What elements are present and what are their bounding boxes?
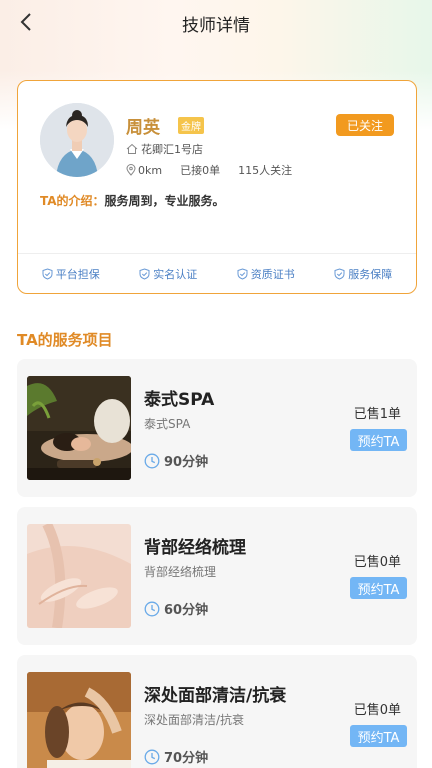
home-icon <box>126 143 138 154</box>
book-button[interactable]: 预约TA <box>350 577 407 599</box>
avatar[interactable] <box>40 103 114 177</box>
service-card[interactable]: 泰式SPA 泰式SPA 90分钟 已售1单 预约TA <box>17 359 417 497</box>
services-section-title: TA的服务项目 <box>17 331 113 349</box>
orders-value: 已接0单 <box>180 164 221 177</box>
service-subtitle: 泰式SPA <box>144 417 191 431</box>
duration-value: 70分钟 <box>164 751 209 766</box>
book-button[interactable]: 预约TA <box>350 725 407 747</box>
store-name: 花卿汇1号店 <box>141 143 203 156</box>
orders-stat: 已接0单 <box>180 162 220 178</box>
service-image <box>27 524 131 628</box>
guarantee-item-certificate: 资质证书 <box>237 266 295 282</box>
followers-stat: 115人关注 <box>238 162 292 178</box>
shield-check-icon <box>42 268 53 280</box>
nav-bar: 技师详情 <box>0 0 432 46</box>
service-title: 背部经络梳理 <box>144 538 246 558</box>
service-duration: 70分钟 <box>144 747 208 766</box>
service-subtitle: 深处面部清洁/抗衰 <box>144 713 245 727</box>
guarantee-label: 实名认证 <box>153 268 198 281</box>
clock-icon <box>144 453 160 468</box>
therapist-name: 周英 <box>126 118 160 138</box>
service-card[interactable]: 背部经络梳理 背部经络梳理 60分钟 已售0单 预约TA <box>17 507 417 645</box>
sold-count: 已售0单 <box>353 555 401 570</box>
location-pin-icon <box>126 164 136 176</box>
store-info: 花卿汇1号店 <box>126 141 203 157</box>
distance-value: 0km <box>138 163 163 177</box>
service-duration: 90分钟 <box>144 451 208 470</box>
guarantee-item-platform: 平台担保 <box>42 266 100 282</box>
chevron-left-icon <box>20 13 31 31</box>
guarantee-label: 资质证书 <box>250 268 295 281</box>
guarantee-bar: 平台担保 实名认证 资质证书 服务保障 <box>18 254 416 294</box>
back-button[interactable] <box>14 10 38 34</box>
service-subtitle: 背部经络梳理 <box>144 565 217 579</box>
shield-check-icon <box>334 268 345 280</box>
followers-value: 115人关注 <box>238 164 293 177</box>
thai-spa-photo <box>27 376 131 480</box>
sold-count: 已售0单 <box>353 703 401 718</box>
shield-check-icon <box>139 268 150 280</box>
intro-text: 服务周到，专业服务。 <box>104 194 225 208</box>
back-massage-photo <box>27 524 131 628</box>
clock-icon <box>144 601 160 616</box>
service-duration: 60分钟 <box>144 599 208 618</box>
follow-button[interactable]: 已关注 <box>336 114 394 136</box>
guarantee-item-service: 服务保障 <box>334 266 392 282</box>
therapist-card: 周英 金牌 已关注 花卿汇1号店 0km 已接0单 115人关注 TA的介绍：服… <box>17 80 417 294</box>
guarantee-item-realname: 实名认证 <box>139 266 197 282</box>
shield-check-icon <box>237 268 248 280</box>
distance-stat: 0km <box>126 164 162 177</box>
service-title: 泰式SPA <box>144 390 215 410</box>
service-image <box>27 672 131 768</box>
service-image <box>27 376 131 480</box>
stats-row: 0km 已接0单 115人关注 <box>126 162 310 178</box>
name-row: 周英 金牌 <box>126 113 204 138</box>
service-card[interactable]: 深处面部清洁/抗衰 深处面部清洁/抗衰 70分钟 已售0单 预约TA <box>17 655 417 768</box>
intro: TA的介绍：服务周到，专业服务。 <box>40 192 225 209</box>
guarantee-label: 平台担保 <box>55 268 100 281</box>
page-title: 技师详情 <box>182 15 250 36</box>
intro-label: TA的介绍： <box>40 194 105 208</box>
book-button[interactable]: 预约TA <box>350 429 407 451</box>
service-title: 深处面部清洁/抗衰 <box>144 686 287 706</box>
facial-photo <box>27 672 131 768</box>
sold-count: 已售1单 <box>353 407 401 422</box>
guarantee-label: 服务保障 <box>348 268 393 281</box>
therapist-photo <box>40 103 114 177</box>
level-badge: 金牌 <box>178 117 204 134</box>
duration-value: 90分钟 <box>164 455 209 470</box>
clock-icon <box>144 749 160 764</box>
duration-value: 60分钟 <box>164 603 209 618</box>
